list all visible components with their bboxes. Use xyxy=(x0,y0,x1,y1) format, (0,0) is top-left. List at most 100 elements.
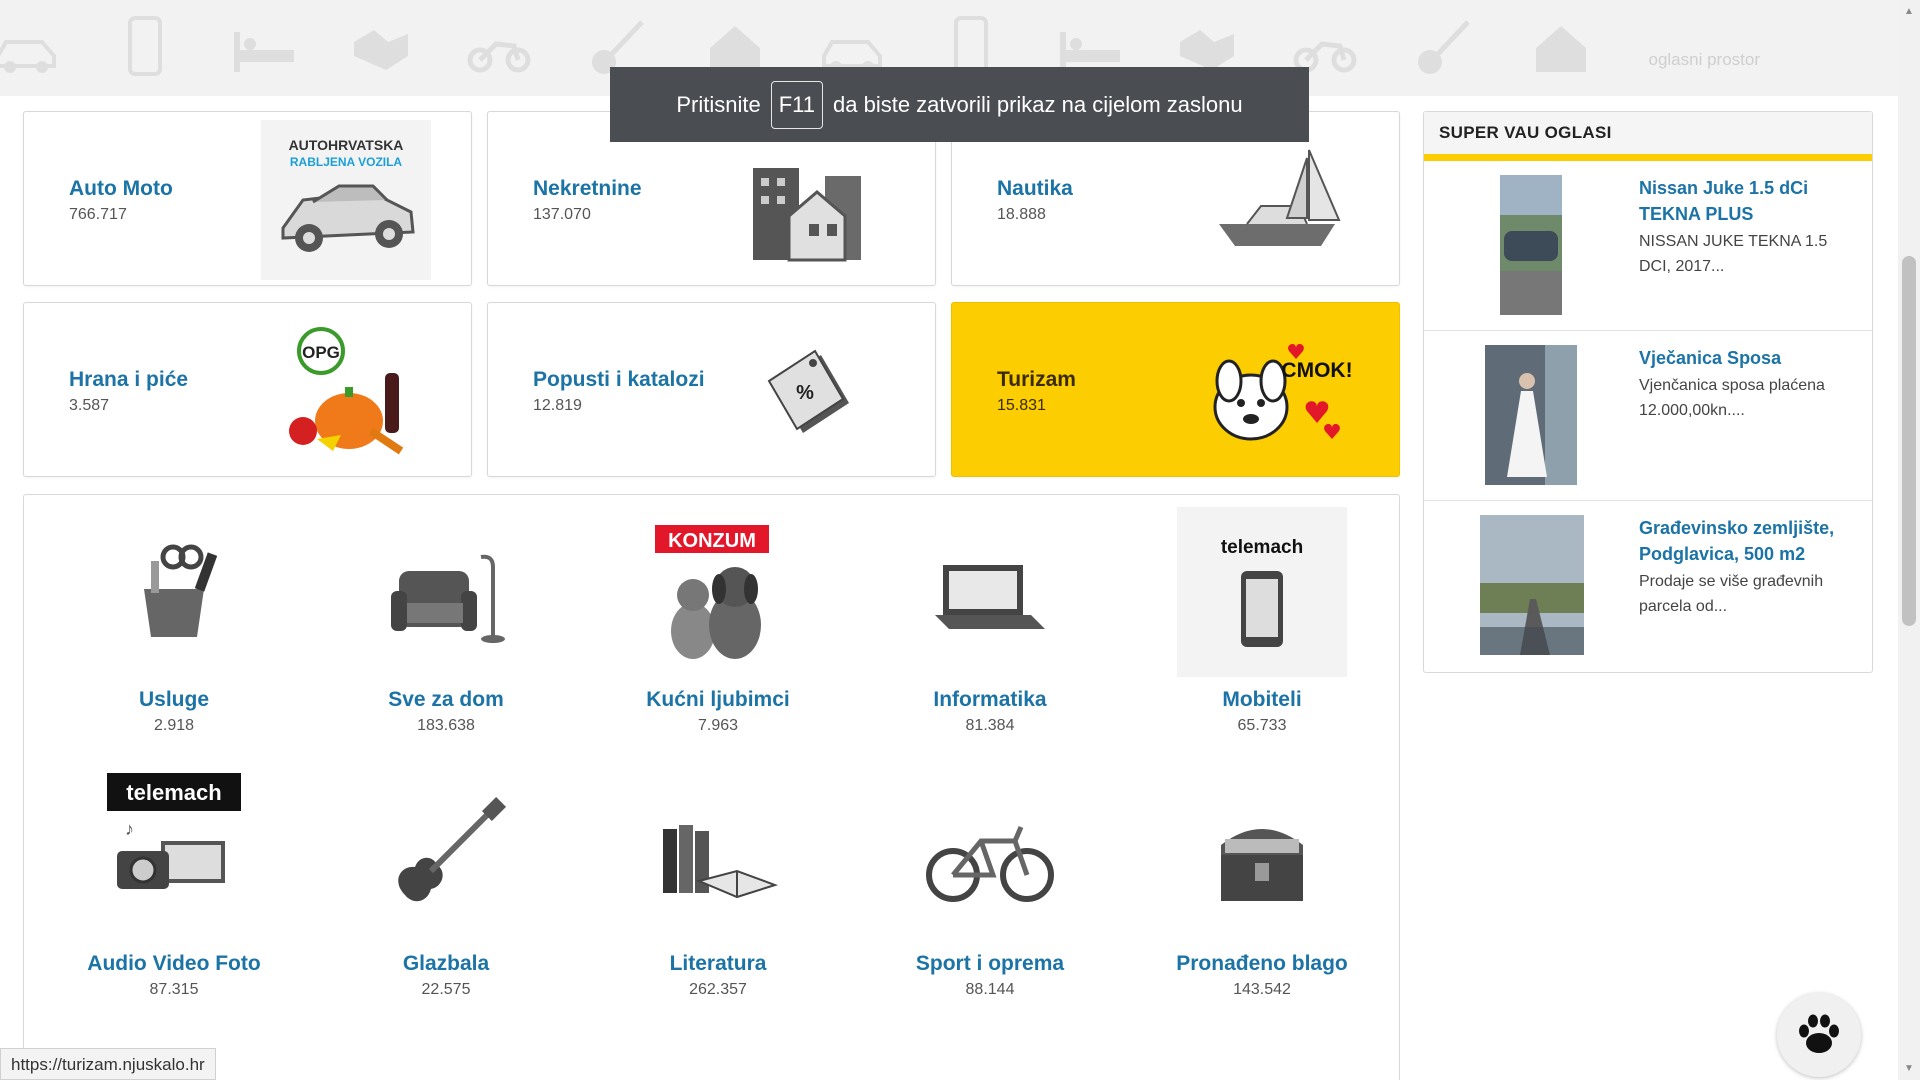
scrollbar-thumb[interactable] xyxy=(1902,256,1916,626)
books-icon xyxy=(663,825,779,899)
fullscreen-notice: Pritisnite F11 da biste zatvorili prikaz… xyxy=(610,67,1309,142)
category-card-turizam[interactable]: Turizam 15.831 CMOK! xyxy=(951,302,1400,477)
dog-mascot-icon: CMOK! xyxy=(1213,344,1353,441)
grid-category-title[interactable]: Sve za dom xyxy=(326,688,566,712)
house-icon xyxy=(1536,26,1586,72)
category-count: 137.070 xyxy=(533,206,591,223)
boat-icon xyxy=(1219,149,1341,246)
grid-category-title[interactable]: Kućni ljubimci xyxy=(598,688,838,712)
guitar-icon xyxy=(1418,20,1470,74)
vertical-scrollbar[interactable]: ▲ ▼ xyxy=(1898,0,1920,1080)
fullscreen-key: F11 xyxy=(770,80,823,129)
grid-category-usluge[interactable]: Usluge 2.918 xyxy=(54,507,294,735)
konzum-logo: KONZUM xyxy=(668,530,756,552)
motorcycle-icon xyxy=(467,41,531,73)
svg-text:♪: ♪ xyxy=(125,819,134,839)
featured-ad-title[interactable]: Nissan Juke 1.5 dCi TEKNA PLUS xyxy=(1639,175,1849,227)
category-title[interactable]: Auto Moto xyxy=(69,177,173,201)
handshake-icon xyxy=(354,30,408,70)
status-bar-url: https://turizam.njuskalo.hr xyxy=(0,1048,216,1080)
featured-ad-desc: Vjenčanica sposa plaćena 12.000,00kn.... xyxy=(1639,377,1825,419)
ad-photo-land[interactable] xyxy=(1480,515,1584,655)
tools-icon xyxy=(144,544,218,637)
opg-logo: OPG xyxy=(302,343,340,362)
category-count: 15.831 xyxy=(997,397,1046,414)
featured-ad-item[interactable]: Građevinsko zemljište, Podglavica, 500 m… xyxy=(1424,501,1872,671)
grid-category-count: 2.918 xyxy=(153,717,195,734)
grid-category-count: 88.144 xyxy=(965,981,1015,998)
grid-category-pronadeno-blago[interactable]: Pronađeno blago 143.542 xyxy=(1142,771,1382,999)
fullscreen-notice-suffix: da biste zatvorili prikaz na cijelom zas… xyxy=(833,91,1243,117)
grid-category-title[interactable]: Pronađeno blago xyxy=(1142,952,1382,976)
fullscreen-notice-prefix: Pritisnite xyxy=(676,91,761,117)
vegetables-icon: OPG xyxy=(289,327,404,455)
grid-category-title[interactable]: Mobiteli xyxy=(1142,688,1382,712)
category-title[interactable]: Nekretnine xyxy=(533,177,642,201)
category-card-popusti-i-katalozi[interactable]: Popusti i katalozi 12.819 % xyxy=(487,302,936,477)
pets-icon: KONZUM xyxy=(655,525,769,659)
category-count: 12.819 xyxy=(533,397,582,414)
buildings-icon xyxy=(753,168,861,262)
category-title[interactable]: Nautika xyxy=(997,177,1073,201)
featured-ad-desc: NISSAN JUKE TEKNA 1.5 DCI, 2017... xyxy=(1639,233,1828,275)
featured-ads-sidebar: SUPER VAU OGLASI Nissan Juke 1.5 dCi TEK… xyxy=(1423,111,1873,673)
mobile-phone-icon: telemach xyxy=(1177,507,1347,677)
category-card-hrana-i-pice[interactable]: Hrana i piće 3.587 OPG xyxy=(23,302,472,477)
ad-photo-wedding-dress[interactable] xyxy=(1485,345,1577,485)
discount-tag-icon: % xyxy=(767,349,849,433)
grid-category-count: 143.542 xyxy=(1233,981,1291,998)
paw-icon xyxy=(1799,1014,1839,1053)
category-title[interactable]: Popusti i katalozi xyxy=(533,368,705,392)
grid-category-title[interactable]: Usluge xyxy=(54,688,294,712)
camera-tv-icon: telemach ♪ xyxy=(107,773,241,889)
bicycle-icon xyxy=(926,826,1054,902)
category-title[interactable]: Hrana i piće xyxy=(69,368,188,392)
cmok-label: CMOK! xyxy=(1281,359,1352,382)
phone-icon xyxy=(128,16,162,76)
grid-category-count: 65.733 xyxy=(1237,717,1287,734)
featured-ad-desc: Prodaje se više građevnih parcela od... xyxy=(1639,573,1824,615)
percent-label: % xyxy=(796,382,814,404)
grid-category-count: 22.575 xyxy=(421,981,471,998)
telemach-logo: telemach xyxy=(126,780,221,805)
grid-category-count: 87.315 xyxy=(149,981,199,998)
category-grid: Usluge 2.918 Sve za dom 183.638 KONZUM K… xyxy=(23,494,1400,1080)
armchair-icon xyxy=(391,554,505,643)
featured-ad-title[interactable]: Vječanica Sposa xyxy=(1639,345,1849,371)
category-count: 766.717 xyxy=(69,206,127,223)
grid-category-count: 7.963 xyxy=(697,717,739,734)
paw-button[interactable] xyxy=(1777,993,1861,1077)
category-card-auto-moto[interactable]: Auto Moto 766.717 AUTOHRVATSKA RABLJENA … xyxy=(23,111,472,286)
grid-category-audio-video-foto[interactable]: telemach ♪ Audio Video Foto 87.315 xyxy=(54,771,294,999)
grid-category-count: 183.638 xyxy=(417,717,475,734)
grid-category-title[interactable]: Informatika xyxy=(870,688,1110,712)
grid-category-title[interactable]: Sport i oprema xyxy=(870,952,1110,976)
featured-ad-title[interactable]: Građevinsko zemljište, Podglavica, 500 m… xyxy=(1639,515,1849,567)
scroll-up-arrow-icon[interactable]: ▲ xyxy=(1898,6,1920,17)
grid-category-informatika[interactable]: Informatika 81.384 xyxy=(870,507,1110,735)
auto-hrvatska-logo-line2: RABLJENA VOZILA xyxy=(290,155,403,169)
featured-ad-item[interactable]: Vječanica Sposa Vjenčanica sposa plaćena… xyxy=(1424,331,1872,501)
ad-photo-car[interactable] xyxy=(1500,175,1562,315)
grid-category-sve-za-dom[interactable]: Sve za dom 183.638 xyxy=(326,507,566,735)
car-illustration-icon: AUTOHRVATSKA RABLJENA VOZILA xyxy=(261,120,431,280)
category-count: 3.587 xyxy=(69,397,110,414)
category-count: 18.888 xyxy=(997,206,1046,223)
grid-category-count: 81.384 xyxy=(965,717,1015,734)
electric-guitar-icon xyxy=(398,796,507,902)
grid-category-title[interactable]: Glazbala xyxy=(326,952,566,976)
featured-ad-item[interactable]: Nissan Juke 1.5 dCi TEKNA PLUS NISSAN JU… xyxy=(1424,161,1872,331)
ad-space-label: oglasni prostor xyxy=(1648,50,1760,69)
category-title[interactable]: Turizam xyxy=(997,368,1076,392)
treasure-chest-icon xyxy=(1221,829,1303,901)
grid-category-count: 262.357 xyxy=(689,981,747,998)
laptop-icon xyxy=(935,565,1045,629)
grid-category-kucni-ljubimci[interactable]: KONZUM Kućni ljubimci 7.963 xyxy=(598,507,838,735)
grid-category-sport-i-oprema[interactable]: Sport i oprema 88.144 xyxy=(870,771,1110,999)
scroll-down-arrow-icon[interactable]: ▼ xyxy=(1898,1063,1920,1074)
grid-category-glazbala[interactable]: Glazbala 22.575 xyxy=(326,771,566,999)
grid-category-title[interactable]: Literatura xyxy=(598,952,838,976)
grid-category-title[interactable]: Audio Video Foto xyxy=(54,952,294,976)
grid-category-mobiteli[interactable]: telemach Mobiteli 65.733 xyxy=(1142,507,1382,735)
grid-category-literatura[interactable]: Literatura 262.357 xyxy=(598,771,838,999)
